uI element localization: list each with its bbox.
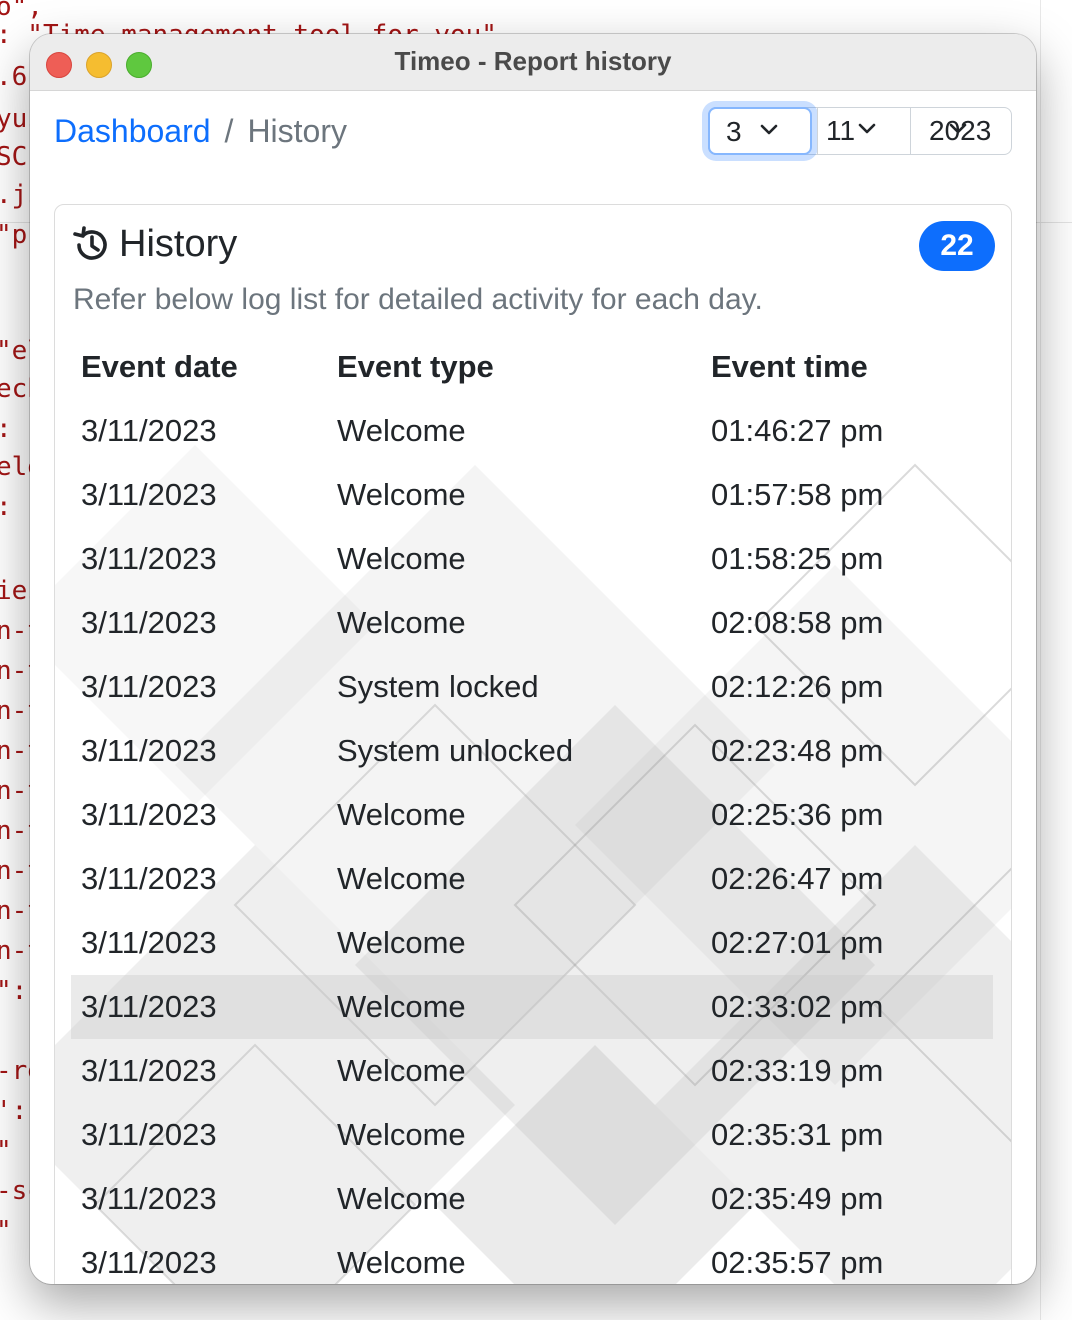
background-code-line: ":	[0, 976, 28, 1006]
window-title: Timeo - Report history	[394, 46, 672, 76]
event-date-cell: 3/11/2023	[81, 1053, 217, 1088]
chevron-down-icon	[760, 124, 778, 135]
event-time-cell: 02:12:26 pm	[711, 669, 884, 704]
event-type-cell: Welcome	[337, 861, 466, 896]
table-row[interactable]: 3/11/2023 Welcome 02:35:57 pm	[71, 1231, 993, 1284]
event-date-cell: 3/11/2023	[81, 541, 217, 576]
card-title: History	[71, 223, 237, 266]
table-row[interactable]: 3/11/2023 Welcome 01:46:27 pm	[71, 399, 993, 463]
event-date-cell: 3/11/2023	[81, 1117, 217, 1152]
table-row[interactable]: 3/11/2023 Welcome 02:08:58 pm	[71, 591, 993, 655]
event-type-cell: Welcome	[337, 925, 466, 960]
breadcrumb: Dashboard / History	[54, 113, 347, 150]
breadcrumb-dashboard-link[interactable]: Dashboard	[54, 113, 211, 149]
background-code-line: "p	[0, 220, 28, 250]
title-bar: Timeo - Report history	[30, 34, 1036, 91]
chevron-down-icon	[858, 123, 876, 134]
event-date-cell: 3/11/2023	[81, 797, 217, 832]
table-row[interactable]: 3/11/2023 Welcome 02:25:36 pm	[71, 783, 993, 847]
day-select-value: 3	[726, 116, 742, 147]
event-time-cell: 02:23:48 pm	[711, 733, 884, 768]
event-time-cell: 02:25:36 pm	[711, 797, 884, 832]
event-type-cell: Welcome	[327, 975, 701, 1039]
event-time-cell: 02:35:31 pm	[711, 1117, 884, 1152]
breadcrumb-separator: /	[224, 113, 234, 149]
event-type-cell: System unlocked	[337, 733, 574, 768]
event-type-cell: Welcome	[337, 1117, 466, 1152]
event-date-cell: 3/11/2023	[81, 669, 217, 704]
event-time-cell: 02:27:01 pm	[711, 925, 884, 960]
event-type-cell: Welcome	[337, 605, 466, 640]
event-date-cell: 3/11/2023	[81, 733, 217, 768]
chevron-down-icon	[949, 123, 967, 134]
history-card: History 22 Refer below log list for deta…	[54, 204, 1012, 1284]
event-time-cell: 02:26:47 pm	[711, 861, 884, 896]
table-row[interactable]: 3/11/2023 Welcome 01:58:25 pm	[71, 527, 993, 591]
column-header-event-type: Event type	[337, 349, 494, 384]
event-date-cell: 3/11/2023	[81, 925, 217, 960]
card-title-text: History	[119, 223, 238, 265]
table-row[interactable]: 3/11/2023 Welcome 02:35:49 pm	[71, 1167, 993, 1231]
table-row[interactable]: 3/11/2023 Welcome 02:33:19 pm	[71, 1039, 993, 1103]
event-date-cell: 3/11/2023	[81, 413, 217, 448]
month-select[interactable]: 11	[817, 108, 910, 154]
event-time-cell: 01:57:58 pm	[711, 477, 884, 512]
history-table: Event date Event type Event time 3/11/20…	[71, 335, 993, 1284]
event-type-cell: Welcome	[337, 1181, 466, 1216]
background-code-line: .6	[0, 62, 28, 92]
table-row[interactable]: 3/11/2023 System locked 02:12:26 pm	[71, 655, 993, 719]
event-time-cell: 01:46:27 pm	[711, 413, 884, 448]
table-row[interactable]: 3/11/2023 Welcome 02:26:47 pm	[71, 847, 993, 911]
event-type-cell: Welcome	[337, 541, 466, 576]
background-code-line: "	[0, 1136, 12, 1166]
background-code-line: "	[0, 1216, 12, 1246]
table-row[interactable]: 3/11/2023 System unlocked 02:23:48 pm	[71, 719, 993, 783]
column-header-event-date: Event date	[81, 349, 238, 384]
table-row[interactable]: 3/11/2023 Welcome 02:27:01 pm	[71, 911, 993, 975]
event-date-cell: 3/11/2023	[81, 1181, 217, 1216]
history-icon	[73, 225, 107, 260]
event-type-cell: Welcome	[337, 1053, 466, 1088]
event-time-cell: 02:35:49 pm	[711, 1181, 884, 1216]
event-time-cell: 02:33:02 pm	[701, 975, 993, 1039]
event-type-cell: Welcome	[337, 477, 466, 512]
event-date-cell: 3/11/2023	[81, 861, 217, 896]
event-type-cell: Welcome	[337, 1245, 466, 1280]
event-time-cell: 02:33:19 pm	[711, 1053, 884, 1088]
event-date-cell: 3/11/2023	[81, 605, 217, 640]
month-select-value: 11	[826, 115, 856, 146]
event-time-cell: 02:08:58 pm	[711, 605, 884, 640]
background-code-line: o",	[0, 0, 43, 22]
event-date-cell: 3/11/2023	[71, 975, 327, 1039]
event-type-cell: Welcome	[337, 797, 466, 832]
table-row[interactable]: 3/11/2023 Welcome 01:57:58 pm	[71, 463, 993, 527]
table-header-row: Event date Event type Event time	[71, 335, 993, 399]
event-type-cell: System locked	[337, 669, 539, 704]
event-time-cell: 02:35:57 pm	[711, 1245, 884, 1280]
background-code-line: ':	[0, 1096, 28, 1126]
app-window: Timeo - Report history Dashboard / History…	[30, 34, 1036, 1284]
table-row[interactable]: 3/11/2023 Welcome 02:35:31 pm	[71, 1103, 993, 1167]
card-subtitle: Refer below log list for detailed activi…	[73, 283, 763, 316]
event-count-badge: 22	[919, 221, 995, 271]
table-row[interactable]: 3/11/2023 Welcome 02:33:02 pm	[71, 975, 993, 1039]
year-select[interactable]: 2023	[910, 108, 1011, 154]
event-date-cell: 3/11/2023	[81, 1245, 217, 1280]
background-code-line: SC	[0, 142, 28, 172]
day-select[interactable]: 3	[708, 107, 812, 155]
event-date-cell: 3/11/2023	[81, 477, 217, 512]
event-time-cell: 01:58:25 pm	[711, 541, 884, 576]
date-selector-group: 3 11 2023	[708, 107, 1012, 155]
main-content: Dashboard / History 3 11 2023 History 22…	[30, 91, 1036, 1284]
table-body: 3/11/2023 Welcome 01:46:27 pm 3/11/2023 Welc…	[71, 399, 993, 1284]
breadcrumb-current: History	[247, 113, 347, 149]
event-type-cell: Welcome	[337, 413, 466, 448]
column-header-event-time: Event time	[711, 349, 868, 384]
